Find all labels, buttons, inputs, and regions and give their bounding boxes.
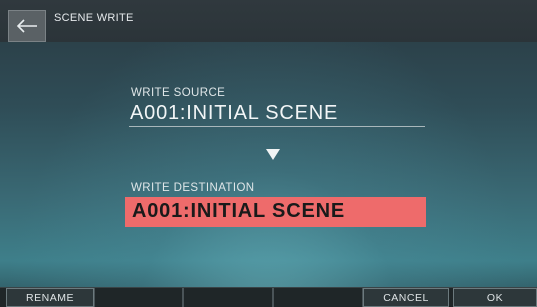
back-button[interactable] (8, 10, 46, 42)
write-source-value: A001:INITIAL SCENE (130, 102, 339, 124)
back-arrow-icon (16, 19, 37, 33)
title-bar: SCENE WRITE (0, 0, 537, 42)
source-underline (129, 126, 425, 127)
down-triangle-icon (266, 148, 280, 166)
scene-write-screen: SCENE WRITE WRITE SOURCE A001:INITIAL SC… (0, 0, 537, 307)
page-title: SCENE WRITE (54, 12, 134, 24)
ok-button[interactable]: OK (453, 288, 537, 307)
function-slot-2[interactable] (94, 288, 183, 307)
function-slot-4[interactable] (273, 288, 363, 307)
write-destination-label: WRITE DESTINATION (131, 182, 255, 194)
function-slot-3[interactable] (183, 288, 273, 307)
rename-button[interactable]: RENAME (6, 288, 94, 307)
write-destination-value: A001:INITIAL SCENE (132, 200, 345, 222)
write-source-label: WRITE SOURCE (131, 87, 226, 99)
cancel-button[interactable]: CANCEL (363, 288, 449, 307)
write-destination-field[interactable]: A001:INITIAL SCENE (125, 197, 426, 227)
